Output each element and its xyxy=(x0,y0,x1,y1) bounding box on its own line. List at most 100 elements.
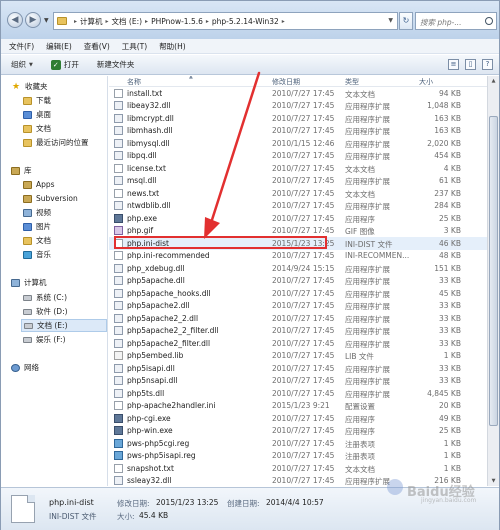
file-row[interactable]: php-win.exe 2010/7/27 17:45 应用程序 25 KB xyxy=(109,425,487,438)
file-row[interactable]: php5ts.dll 2010/7/27 17:45 应用程序扩展 4,845 KB xyxy=(109,387,487,400)
file-size: 1 KB xyxy=(443,351,461,360)
file-name: license.txt xyxy=(127,163,166,173)
nav-network[interactable]: 网络 xyxy=(11,361,117,374)
drive-icon xyxy=(23,308,32,315)
file-row[interactable]: license.txt 2010/7/27 17:45 文本文档 4 KB xyxy=(109,162,487,175)
organize-button[interactable]: 组织 ▼ xyxy=(11,59,33,70)
nav-label: 收藏夹 xyxy=(25,82,48,91)
file-row[interactable]: php.exe 2010/7/27 17:45 应用程序 25 KB xyxy=(109,212,487,225)
file-row[interactable]: php5embed.lib 2010/7/27 17:45 LIB 文件 1 KB xyxy=(109,350,487,363)
file-row[interactable]: libmhash.dll 2010/7/27 17:45 应用程序扩展 163 KB xyxy=(109,125,487,138)
file-size: 284 KB xyxy=(434,201,461,210)
chevron-right-icon[interactable]: ▸ xyxy=(106,18,109,25)
chevron-right-icon[interactable]: ▸ xyxy=(74,18,77,25)
file-row[interactable]: install.txt 2010/7/27 17:45 文本文档 94 KB xyxy=(109,87,487,100)
scrollbar-thumb[interactable] xyxy=(489,116,498,426)
breadcrumb-phpnow[interactable]: PHPnow-1.5.6 xyxy=(151,17,203,26)
chevron-right-icon[interactable]: ▸ xyxy=(282,18,285,25)
file-type: 应用程序扩展 xyxy=(345,177,390,186)
breadcrumb-computer[interactable]: 计算机 xyxy=(80,16,103,27)
address-dropdown-icon[interactable]: ▼ xyxy=(388,17,393,24)
file-type: 应用程序扩展 xyxy=(345,202,390,211)
file-row[interactable]: php-cgi.exe 2010/7/27 17:45 应用程序 49 KB xyxy=(109,412,487,425)
file-type: 应用程序扩展 xyxy=(345,152,390,161)
file-size: 94 KB xyxy=(439,88,461,98)
file-row[interactable]: php5apache2_2_filter.dll 2010/7/27 17:45 应… xyxy=(109,325,487,338)
forward-button[interactable]: ▶ xyxy=(25,12,41,28)
open-button[interactable]: ✓ 打开 xyxy=(50,59,79,70)
file-row[interactable]: php5apache2_filter.dll 2010/7/27 17:45 应用程… xyxy=(109,337,487,350)
file-row[interactable]: php5apache_hooks.dll 2010/7/27 17:45 应用程序扩… xyxy=(109,287,487,300)
file-size: 237 KB xyxy=(434,188,461,198)
music-icon xyxy=(23,250,32,259)
recent-places-icon xyxy=(23,138,32,147)
nav-label: 文档 xyxy=(36,124,51,133)
scroll-up-icon[interactable]: ▲ xyxy=(488,76,499,86)
file-type: 注册表项 xyxy=(345,452,375,461)
file-size: 163 KB xyxy=(434,126,461,135)
file-row[interactable]: msql.dll 2010/7/27 17:45 应用程序扩展 61 KB xyxy=(109,175,487,188)
file-row[interactable]: php5apache.dll 2010/7/27 17:45 应用程序扩展 33 KB xyxy=(109,275,487,288)
file-date: 2010/7/27 17:45 xyxy=(272,463,335,473)
file-size: 454 KB xyxy=(434,151,461,160)
breadcrumb-drive-e[interactable]: 文档 (E:) xyxy=(112,16,143,27)
address-bar[interactable]: ▸ 计算机 ▸ 文档 (E:) ▸ PHPnow-1.5.6 ▸ php-5.2… xyxy=(53,12,398,30)
preview-pane-icon[interactable]: ▯ xyxy=(465,59,476,70)
nav-favorites[interactable]: ★ 收藏夹 xyxy=(11,80,117,93)
command-bar: 组织 ▼ ✓ 打开 新建文件夹 ≡ ▯ ? xyxy=(1,55,499,75)
help-icon[interactable]: ? xyxy=(482,59,493,70)
nav-computer[interactable]: 计算机 xyxy=(11,276,117,289)
menu-tools[interactable]: 工具(T) xyxy=(122,41,147,52)
recent-pages-dropdown[interactable]: ▼ xyxy=(44,17,49,24)
file-row[interactable]: php-apache2handler.ini 2015/1/23 9:21 配置设置… xyxy=(109,400,487,413)
file-row[interactable]: libeay32.dll 2010/7/27 17:45 应用程序扩展 1,048 K… xyxy=(109,100,487,113)
file-date: 2010/7/27 17:45 xyxy=(272,176,335,185)
nav-label: 视频 xyxy=(36,208,51,217)
file-row[interactable]: libmysql.dll 2010/1/15 12:46 应用程序扩展 2,020 K… xyxy=(109,137,487,150)
file-row[interactable]: php5nsapi.dll 2010/7/27 17:45 应用程序扩展 33 KB xyxy=(109,375,487,388)
file-type: 应用程序 xyxy=(345,214,375,224)
file-row[interactable]: php_xdebug.dll 2014/9/24 15:15 应用程序扩展 151 K… xyxy=(109,262,487,275)
file-row[interactable]: news.txt 2010/7/27 17:45 文本文档 237 KB xyxy=(109,187,487,200)
menu-edit[interactable]: 编辑(E) xyxy=(46,41,72,52)
new-folder-button[interactable]: 新建文件夹 xyxy=(97,59,135,70)
txt-file-icon xyxy=(114,401,123,410)
nav-libraries[interactable]: 库 xyxy=(11,164,117,177)
breadcrumb-php-folder[interactable]: php-5.2.14-Win32 xyxy=(212,17,279,26)
refresh-button[interactable]: ↻ xyxy=(399,12,413,30)
view-options-icon[interactable]: ≡ xyxy=(448,59,459,70)
dll-file-icon xyxy=(114,363,123,373)
column-size[interactable]: 大小 xyxy=(419,77,433,87)
dll-file-icon xyxy=(114,313,123,323)
chevron-right-icon[interactable]: ▸ xyxy=(145,18,148,25)
menu-file[interactable]: 文件(F) xyxy=(9,41,34,52)
nav-drive-e[interactable]: 文档 (E:) xyxy=(21,319,107,332)
vertical-scrollbar[interactable]: ▲ ▼ xyxy=(487,76,499,486)
column-date[interactable]: 修改日期 xyxy=(272,77,300,87)
file-row[interactable]: libpq.dll 2010/7/27 17:45 应用程序扩展 454 KB xyxy=(109,150,487,163)
file-row[interactable]: pws-php5isapi.reg 2010/7/27 17:45 注册表项 1 KB xyxy=(109,450,487,463)
dll-file-icon xyxy=(114,326,123,335)
dll-file-icon xyxy=(114,126,123,135)
network-icon xyxy=(11,363,20,372)
file-size: 33 KB xyxy=(439,313,461,323)
file-row[interactable]: php.ini-recommended 2010/7/27 17:45 INI-RE… xyxy=(109,250,487,263)
back-button[interactable]: ◀ xyxy=(7,12,23,28)
menu-help[interactable]: 帮助(H) xyxy=(159,41,186,52)
file-row[interactable]: ntwdblib.dll 2010/7/27 17:45 应用程序扩展 284 KB xyxy=(109,200,487,213)
chevron-right-icon[interactable]: ▸ xyxy=(206,18,209,25)
search-input[interactable]: 搜索 php-... xyxy=(415,12,497,30)
file-row[interactable]: libmcrypt.dll 2010/7/27 17:45 应用程序扩展 163 KB xyxy=(109,112,487,125)
column-type[interactable]: 类型 xyxy=(345,77,359,87)
column-name[interactable]: 名称 xyxy=(127,77,141,87)
dll-file-icon xyxy=(114,276,123,285)
file-row[interactable]: php5isapi.dll 2010/7/27 17:45 应用程序扩展 33 KB xyxy=(109,362,487,375)
file-row[interactable]: php5apache2_2.dll 2010/7/27 17:45 应用程序扩展 33… xyxy=(109,312,487,325)
file-name: php5apache2.dll xyxy=(127,301,190,310)
file-row[interactable]: php5apache2.dll 2010/7/27 17:45 应用程序扩展 33 K… xyxy=(109,300,487,313)
picture-icon xyxy=(23,222,32,231)
menu-view[interactable]: 查看(V) xyxy=(84,41,110,52)
file-size: 4 KB xyxy=(443,163,461,173)
file-type: 应用程序扩展 xyxy=(345,377,390,386)
file-row[interactable]: pws-php5cgi.reg 2010/7/27 17:45 注册表项 1 KB xyxy=(109,437,487,450)
